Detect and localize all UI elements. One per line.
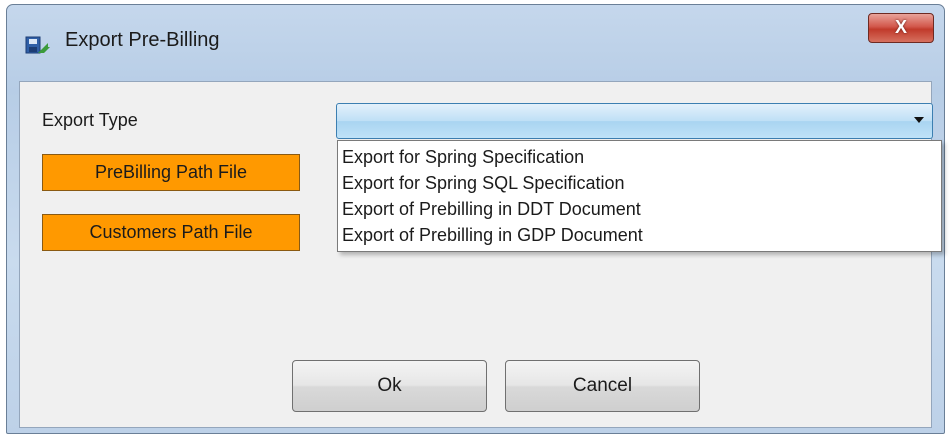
title-bar[interactable]: Export Pre-Billing X <box>7 5 944 81</box>
export-prebilling-dialog: Export Pre-Billing X Export Type PreBill… <box>6 4 945 434</box>
dropdown-option-gdp-document[interactable]: Export of Prebilling in GDP Document <box>338 222 941 248</box>
export-type-dropdown-list: Export for Spring Specification Export f… <box>337 140 942 252</box>
cancel-button[interactable]: Cancel <box>505 360 700 412</box>
ok-button[interactable]: Ok <box>292 360 487 412</box>
close-button[interactable]: X <box>868 13 934 43</box>
chevron-down-icon[interactable] <box>914 117 924 123</box>
dropdown-option-spring-sql-spec[interactable]: Export for Spring SQL Specification <box>338 170 941 196</box>
prebilling-path-file-button[interactable]: PreBilling Path File <box>42 154 300 191</box>
dropdown-option-ddt-document[interactable]: Export of Prebilling in DDT Document <box>338 196 941 222</box>
save-disk-icon <box>25 36 50 54</box>
dialog-content: Export Type PreBilling Path File Custome… <box>19 81 942 428</box>
window-title: Export Pre-Billing <box>65 29 220 51</box>
dropdown-option-spring-spec[interactable]: Export for Spring Specification <box>338 144 941 170</box>
customers-path-file-button[interactable]: Customers Path File <box>42 214 300 251</box>
export-type-label: Export Type <box>42 110 138 130</box>
export-type-combobox[interactable] <box>336 103 933 139</box>
